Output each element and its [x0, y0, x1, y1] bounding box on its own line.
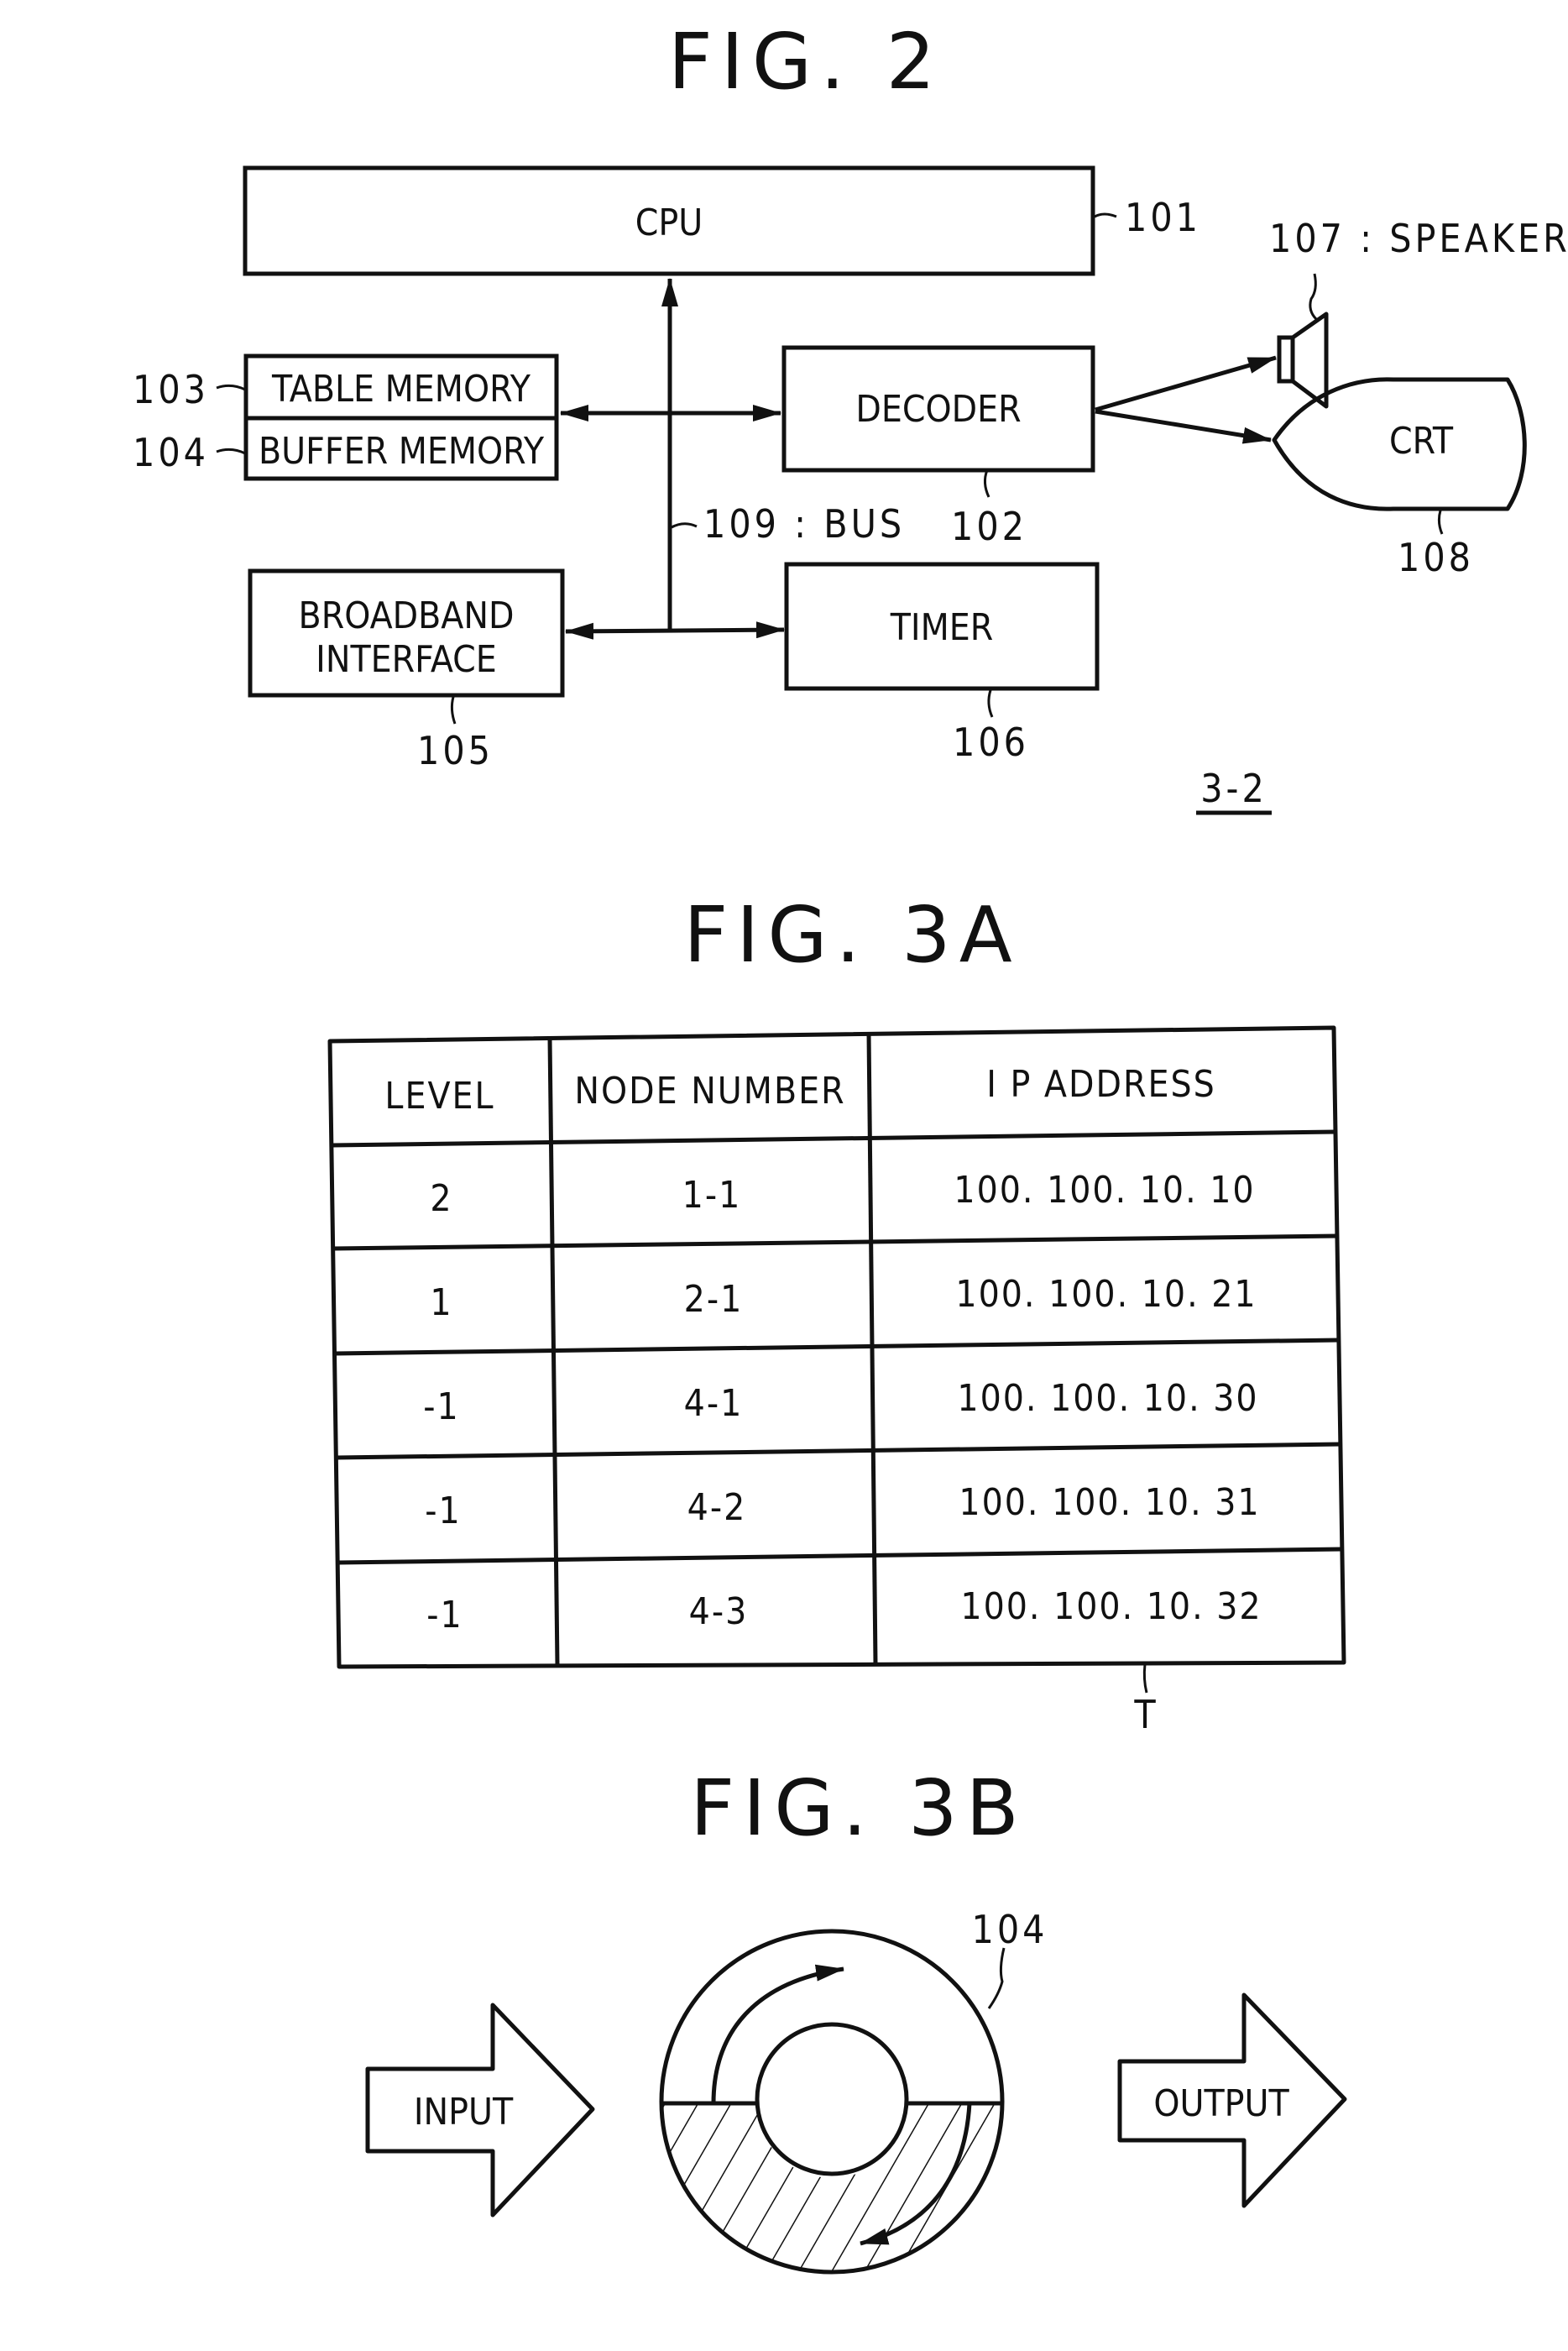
patent-drawing-sheet: FIG. 2 CPU 101 TABLE MEMORY BUFFER MEMOR… [133, 17, 1568, 2275]
timer-block: TIMER [784, 562, 1100, 691]
buffer-memory-label: BUFFER MEMORY [259, 430, 545, 473]
timer-ref-leader [987, 689, 994, 718]
table-ref-leader [1142, 1663, 1148, 1694]
table-header-row: LEVEL NODE NUMBER I P ADDRESS [384, 1063, 1216, 1118]
broadband-ref-leader [450, 696, 457, 725]
cell-level: -1 [423, 1385, 459, 1428]
cell-ip-address: 100. 100. 10. 21 [955, 1273, 1257, 1316]
table-row: -1 4-1 100. 100. 10. 30 [423, 1377, 1258, 1428]
decoder-ref: 102 [951, 504, 1027, 549]
table-row: -1 4-2 100. 100. 10. 31 [425, 1481, 1260, 1532]
crt-icon: CRT [1272, 377, 1527, 511]
fig-2: FIG. 2 CPU 101 TABLE MEMORY BUFFER MEMOR… [133, 17, 1568, 815]
output-label: OUTPUT [1153, 2082, 1289, 2125]
ring-ref-leader [987, 1947, 1006, 2009]
cell-level: 1 [430, 1281, 452, 1324]
table-row: -1 4-3 100. 100. 10. 32 [426, 1585, 1262, 1636]
decoder-ref-leader [983, 469, 990, 498]
bus-ref-leader [671, 522, 698, 529]
cpu-ref: 101 [1125, 195, 1201, 240]
input-label: INPUT [414, 2091, 514, 2134]
cell-ip-address: 100. 100. 10. 31 [959, 1481, 1260, 1524]
cell-ip-address: 100. 100. 10. 10 [954, 1169, 1255, 1212]
bus-label: 109 : BUS [703, 501, 905, 547]
fig-3a-title: FIG. 3A [683, 890, 1020, 980]
broadband-label-line2: INTERFACE [316, 638, 497, 681]
cell-node-number: 4-3 [689, 1590, 749, 1633]
timer-label: TIMER [890, 606, 994, 649]
cell-level: -1 [425, 1490, 461, 1532]
crt-ref: 108 [1398, 535, 1474, 580]
decoder-label: DECODER [855, 388, 1021, 431]
node-table: LEVEL NODE NUMBER I P ADDRESS 2 1-1 100.… [327, 1025, 1346, 1669]
decoder-block: DECODER [781, 345, 1095, 473]
table-ref: T [1133, 1692, 1158, 1737]
buffer-memory-ref: 104 [133, 430, 209, 475]
column-header-node-number: NODE NUMBER [574, 1070, 845, 1113]
input-arrow-icon: INPUT [365, 2003, 595, 2217]
output-arrow-icon: OUTPUT [1117, 1992, 1347, 2208]
timer-ref: 106 [953, 720, 1029, 765]
bus-lines [560, 278, 785, 640]
table-memory-label: TABLE MEMORY [271, 368, 531, 411]
column-header-ip-address: I P ADDRESS [986, 1063, 1216, 1106]
cell-ip-address: 100. 100. 10. 30 [957, 1377, 1258, 1420]
decoder-to-speaker-arrow [1095, 355, 1277, 412]
broadband-ref: 105 [417, 728, 494, 773]
broadband-label-line1: BROADBAND [299, 594, 515, 637]
table-memory-ref-leader [216, 384, 246, 391]
speaker-ref-leader [1309, 273, 1318, 321]
fig-3a: FIG. 3A LEVEL NODE NUMBER I P ADDRESS 2 … [327, 890, 1346, 1737]
cell-node-number: 4-1 [684, 1382, 744, 1425]
cpu-label: CPU [635, 202, 703, 244]
memory-block: TABLE MEMORY BUFFER MEMORY [243, 353, 559, 481]
cell-level: 2 [430, 1177, 452, 1220]
speaker-label: 107 : SPEAKER [1269, 216, 1568, 261]
fig-2-title: FIG. 2 [668, 17, 943, 107]
cell-ip-address: 100. 100. 10. 32 [960, 1585, 1262, 1628]
broadband-interface-block: BROADBAND INTERFACE [248, 568, 565, 698]
cpu-block: CPU [243, 165, 1095, 276]
cell-level: -1 [426, 1594, 463, 1636]
cell-node-number: 4-2 [687, 1486, 747, 1529]
column-header-level: LEVEL [384, 1075, 494, 1118]
fig-3b-title: FIG. 3B [690, 1763, 1027, 1853]
cell-node-number: 2-1 [684, 1278, 744, 1321]
cpu-ref-leader [1094, 212, 1117, 218]
ring-buffer-icon [659, 1929, 1005, 2275]
cell-node-number: 1-1 [682, 1174, 742, 1217]
table-memory-ref: 103 [133, 367, 209, 412]
speaker-icon [1277, 312, 1329, 409]
decoder-to-crt-arrow [1095, 409, 1272, 444]
crt-label: CRT [1389, 420, 1454, 463]
fig-3b: FIG. 3B INPUT 104 OUTPUT [365, 1763, 1347, 2275]
ring-ref: 104 [972, 1907, 1048, 1952]
device-ref: 3-2 [1200, 766, 1267, 811]
crt-ref-leader [1437, 510, 1444, 535]
buffer-memory-ref-leader [216, 448, 246, 455]
